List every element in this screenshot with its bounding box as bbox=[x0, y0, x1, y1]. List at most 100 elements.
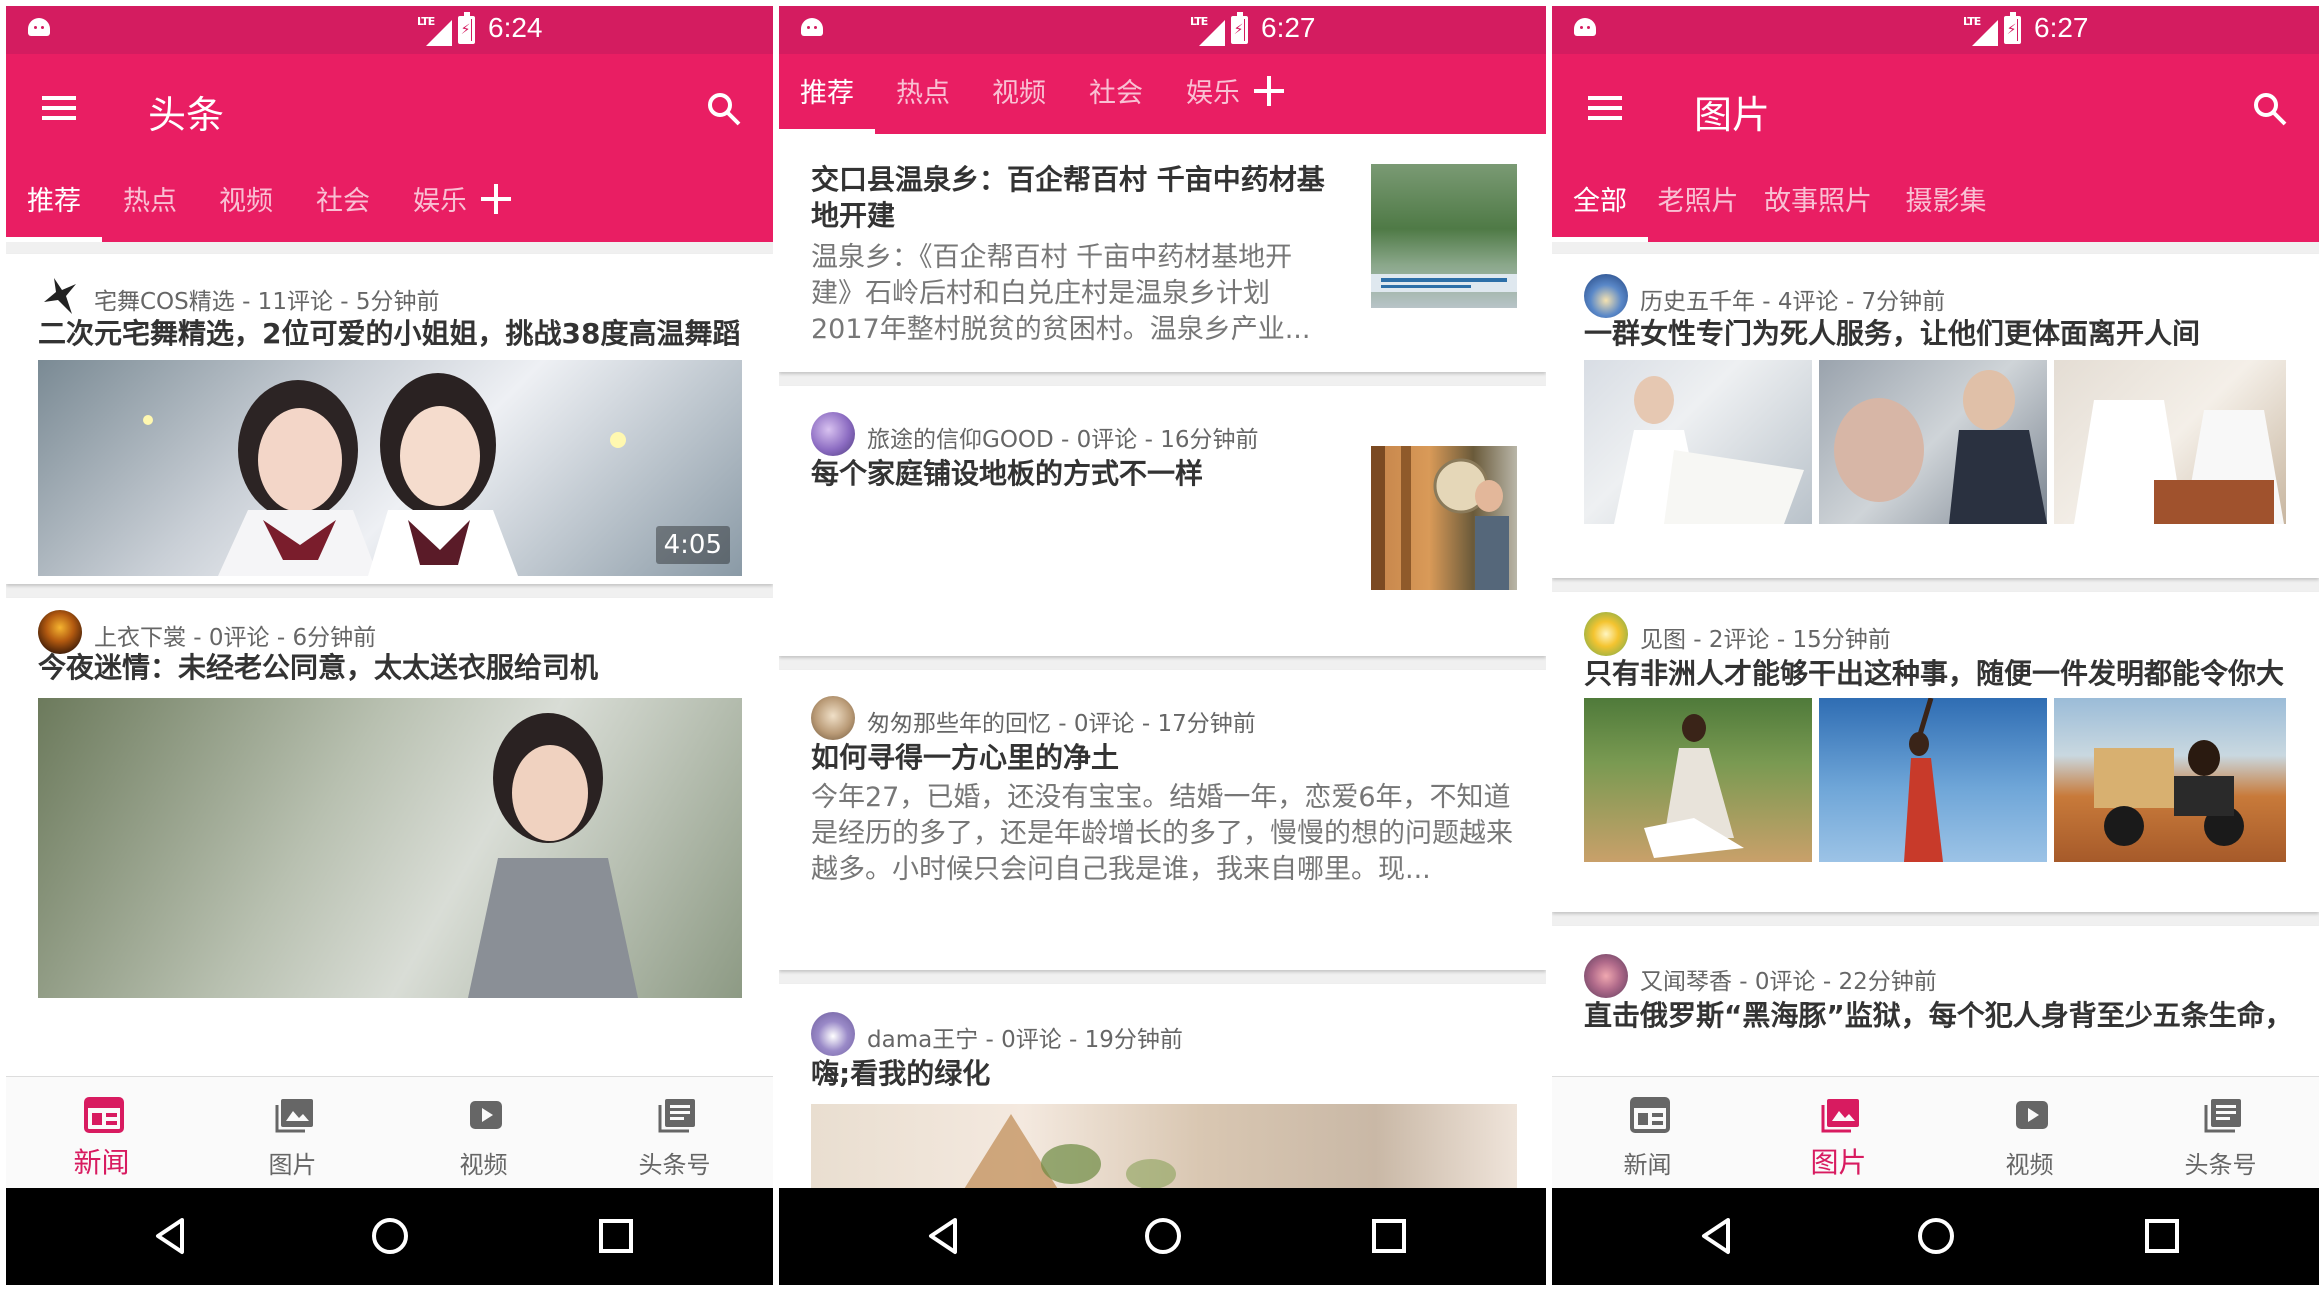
gallery-image[interactable] bbox=[2054, 698, 2286, 862]
signal-icon bbox=[1199, 20, 1225, 46]
nav-pictures[interactable]: 图片 bbox=[1743, 1077, 1934, 1189]
news-feed: 交口县温泉乡：百企帮百村 千亩中药材基地开建 温泉乡：《百企帮百村 千亩中药材基… bbox=[779, 134, 1546, 1188]
nav-toutiao-account[interactable]: 头条号 bbox=[579, 1077, 770, 1189]
add-tab-icon[interactable] bbox=[1254, 76, 1284, 106]
gallery-image-illustration bbox=[2094, 740, 2244, 846]
system-navigation-bar bbox=[1552, 1188, 2319, 1285]
nav-label: 新闻 bbox=[73, 1146, 130, 1179]
tab-recommend[interactable]: 推荐 bbox=[6, 162, 102, 242]
nav-video[interactable]: 视频 bbox=[1934, 1077, 2125, 1189]
article-card[interactable]: 交口县温泉乡：百企帮百村 千亩中药材基地开建 温泉乡：《百企帮百村 千亩中药材基… bbox=[779, 134, 1546, 372]
article-title: 如何寻得一方心里的净土 bbox=[811, 741, 1120, 774]
gallery-image-illustration bbox=[1644, 714, 1744, 858]
signal-icon bbox=[1972, 20, 1998, 46]
tab-entertainment[interactable]: 娱乐 bbox=[1165, 54, 1261, 134]
status-bar: LTE 6:27 bbox=[779, 6, 1546, 54]
app-bar: 图片 bbox=[1552, 54, 2319, 162]
gallery-image-illustration bbox=[2074, 400, 2284, 524]
picture-feed: 历史五千年 - 4评论 - 7分钟前 一群女性专门为死人服务，让他们更体面离开人… bbox=[1552, 242, 2319, 1076]
menu-icon[interactable] bbox=[42, 96, 76, 120]
article-card[interactable]: 上衣下裳 - 0评论 - 6分钟前 今夜迷情：未经老公同意，太太送衣服给司机 bbox=[6, 598, 773, 1076]
tab-old-photos[interactable]: 老照片 bbox=[1648, 162, 1748, 242]
gallery-image[interactable] bbox=[2054, 360, 2286, 524]
home-icon[interactable] bbox=[1916, 1216, 1956, 1256]
home-icon[interactable] bbox=[370, 1216, 410, 1256]
recents-icon[interactable] bbox=[1369, 1216, 1409, 1256]
status-time: 6:27 bbox=[1261, 12, 1316, 43]
android-notification-icon bbox=[1574, 18, 1596, 36]
gallery-image-illustration bbox=[1834, 370, 2047, 524]
article-meta: 匆匆那些年的回忆 - 0评论 - 17分钟前 bbox=[867, 711, 1256, 737]
gallery-card[interactable]: 又闻琴香 - 0评论 - 22分钟前 直击俄罗斯“黑海豚”监狱，每个犯人身背至少… bbox=[1552, 926, 2319, 1076]
news-feed: 宅舞COS精选 - 11评论 - 5分钟前 二次元宅舞精选，2位可爱的小姐姐，挑… bbox=[6, 242, 773, 1076]
page-title: 图片 bbox=[1694, 93, 1771, 137]
article-image[interactable] bbox=[811, 1104, 1517, 1188]
category-tabs: 推荐 热点 视频 社会 娱乐 bbox=[779, 54, 1546, 134]
nav-video[interactable]: 视频 bbox=[388, 1077, 579, 1189]
bottom-navigation: 新闻 图片 视频 头条号 bbox=[6, 1076, 773, 1188]
article-image[interactable] bbox=[38, 698, 742, 998]
article-card[interactable]: dama王宁 - 0评论 - 19分钟前 嗨;看我的绿化 bbox=[779, 984, 1546, 1188]
article-meta: 宅舞COS精选 - 11评论 - 5分钟前 bbox=[94, 289, 440, 315]
article-thumbnail[interactable] bbox=[1371, 164, 1517, 308]
video-thumbnail[interactable]: 4:05 bbox=[38, 360, 742, 576]
tab-all[interactable]: 全部 bbox=[1552, 162, 1648, 242]
play-icon bbox=[470, 1101, 502, 1129]
page-title: 头条 bbox=[148, 93, 225, 137]
gallery-image[interactable] bbox=[1819, 360, 2047, 524]
back-icon[interactable] bbox=[150, 1216, 190, 1256]
gallery-image[interactable] bbox=[1819, 698, 2047, 862]
tab-society[interactable]: 社会 bbox=[295, 162, 391, 242]
article-title: 嗨;看我的绿化 bbox=[811, 1057, 991, 1090]
tab-hot[interactable]: 热点 bbox=[875, 54, 971, 134]
gallery-card[interactable]: 历史五千年 - 4评论 - 7分钟前 一群女性专门为死人服务，让他们更体面离开人… bbox=[1552, 254, 2319, 578]
gallery-image-illustration bbox=[1904, 698, 1943, 862]
article-summary: 今年27，已婚，还没有宝宝。结婚一年，恋爱6年，不知道是经历的多了，还是年龄增长… bbox=[811, 782, 1513, 885]
nav-news[interactable]: 新闻 bbox=[1552, 1077, 1743, 1189]
tab-video[interactable]: 视频 bbox=[971, 54, 1067, 134]
tab-hot[interactable]: 热点 bbox=[102, 162, 198, 242]
back-icon[interactable] bbox=[923, 1216, 963, 1256]
article-thumbnail-illustration bbox=[1371, 274, 1517, 292]
article-meta: 历史五千年 - 4评论 - 7分钟前 bbox=[1640, 289, 1946, 315]
back-icon[interactable] bbox=[1696, 1216, 1736, 1256]
status-bar: LTE 6:24 bbox=[6, 6, 773, 54]
add-tab-icon[interactable] bbox=[481, 184, 511, 214]
tab-entertainment[interactable]: 娱乐 bbox=[392, 162, 488, 242]
nav-pictures[interactable]: 图片 bbox=[197, 1077, 388, 1189]
tab-society[interactable]: 社会 bbox=[1068, 54, 1164, 134]
article-card[interactable]: 匆匆那些年的回忆 - 0评论 - 17分钟前 如何寻得一方心里的净土 今年27，… bbox=[779, 670, 1546, 970]
nav-toutiao-account[interactable]: 头条号 bbox=[2125, 1077, 2316, 1189]
article-title: 只有非洲人才能够干出这种事，随便一件发明都能令你大 bbox=[1584, 657, 2285, 690]
recents-icon[interactable] bbox=[596, 1216, 636, 1256]
library-icon bbox=[2204, 1099, 2241, 1133]
article-meta: dama王宁 - 0评论 - 19分钟前 bbox=[867, 1027, 1183, 1053]
tab-recommend[interactable]: 推荐 bbox=[779, 54, 875, 134]
android-notification-icon bbox=[801, 18, 823, 36]
library-icon bbox=[658, 1099, 695, 1133]
video-duration: 4:05 bbox=[655, 526, 730, 564]
article-title: 直击俄罗斯“黑海豚”监狱，每个犯人身背至少五条生命， bbox=[1584, 999, 2287, 1032]
tab-photo-collections[interactable]: 摄影集 bbox=[1888, 162, 2004, 242]
home-icon[interactable] bbox=[1143, 1216, 1183, 1256]
status-time: 6:27 bbox=[2034, 12, 2089, 43]
tab-video[interactable]: 视频 bbox=[198, 162, 294, 242]
article-thumbnail[interactable] bbox=[1371, 446, 1517, 590]
recents-icon[interactable] bbox=[2142, 1216, 2182, 1256]
author-avatar bbox=[811, 696, 855, 740]
article-meta: 又闻琴香 - 0评论 - 22分钟前 bbox=[1640, 969, 1937, 995]
nav-news[interactable]: 新闻 bbox=[6, 1077, 197, 1189]
article-card[interactable]: 旅途的信仰GOOD - 0评论 - 16分钟前 每个家庭铺设地板的方式不一样 bbox=[779, 386, 1546, 656]
article-title: 今夜迷情：未经老公同意，太太送衣服给司机 bbox=[38, 651, 599, 684]
status-bar: LTE 6:27 bbox=[1552, 6, 2319, 54]
search-icon[interactable] bbox=[707, 92, 741, 126]
search-icon[interactable] bbox=[2253, 92, 2287, 126]
nav-label: 头条号 bbox=[2184, 1151, 2257, 1179]
article-card[interactable]: 宅舞COS精选 - 11评论 - 5分钟前 二次元宅舞精选，2位可爱的小姐姐，挑… bbox=[6, 254, 773, 584]
gallery-card[interactable]: 见图 - 2评论 - 15分钟前 只有非洲人才能够干出这种事，随便一件发明都能令… bbox=[1552, 592, 2319, 912]
gallery-image[interactable] bbox=[1584, 360, 1812, 524]
tab-story-photos[interactable]: 故事照片 bbox=[1748, 162, 1888, 242]
gallery-image[interactable] bbox=[1584, 698, 1812, 862]
phone-screen-news: LTE 6:24 头条 推荐 热点 视频 社会 娱乐 宅舞COS精选 - 11评… bbox=[6, 6, 773, 1285]
menu-icon[interactable] bbox=[1588, 96, 1622, 120]
